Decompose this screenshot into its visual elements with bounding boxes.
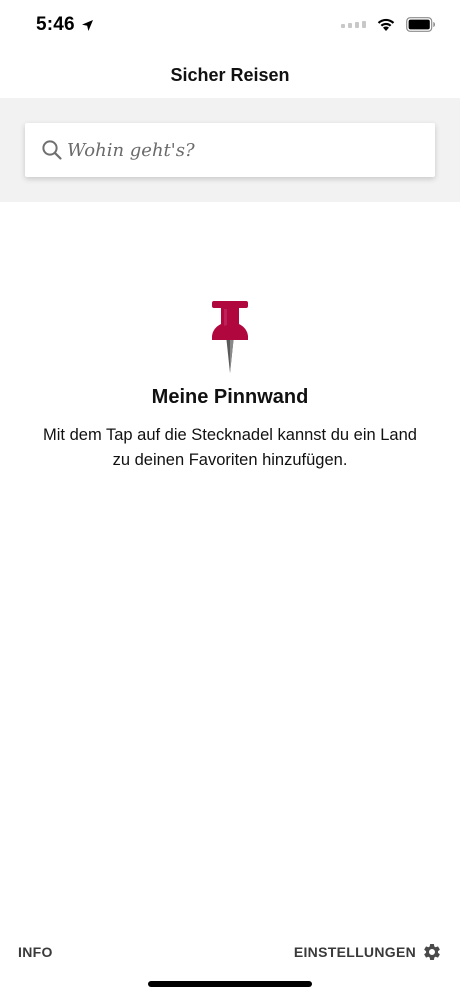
page-title: Sicher Reisen <box>170 64 290 85</box>
wifi-icon <box>377 18 395 31</box>
status-bar: 5:46 <box>0 0 460 52</box>
info-button[interactable]: INFO <box>18 944 53 960</box>
pushpin-icon[interactable] <box>210 298 250 374</box>
settings-button[interactable]: EINSTELLUNGEN <box>294 942 442 962</box>
battery-icon <box>406 17 435 32</box>
nav-header: Sicher Reisen <box>0 52 460 98</box>
empty-state-text: Mit dem Tap auf die Stecknadel kannst du… <box>43 426 417 469</box>
cellular-signal-icon <box>341 21 366 28</box>
status-time-text: 5:46 <box>36 14 75 35</box>
status-icons <box>341 17 436 32</box>
home-indicator <box>148 981 312 987</box>
search-icon <box>41 139 63 161</box>
empty-state: Meine Pinnwand Mit dem Tap auf die Steck… <box>0 298 460 473</box>
settings-label: EINSTELLUNGEN <box>293 944 416 960</box>
bottom-bar: INFO EINSTELLUNGEN <box>0 930 460 976</box>
empty-state-title: Meine Pinnwand <box>151 386 309 408</box>
search-input[interactable] <box>67 130 407 170</box>
search-area <box>0 98 460 202</box>
gear-icon <box>424 944 440 960</box>
location-arrow-icon <box>81 19 93 31</box>
status-time: 5:46 <box>36 14 94 36</box>
search-box[interactable] <box>25 123 435 177</box>
